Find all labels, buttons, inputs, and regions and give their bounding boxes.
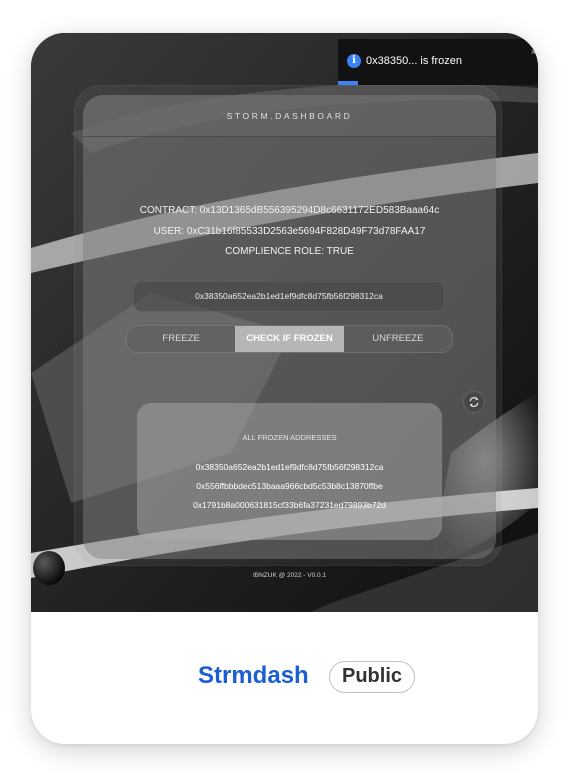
address-input[interactable]: 0x38350a652ea2b1ed1ef9dfc8d75fb56f298312…: [133, 281, 445, 312]
repo-name[interactable]: Strmdash: [198, 661, 309, 691]
frozen-addresses-title: ALL FROZEN ADDRESSES: [242, 433, 337, 442]
visibility-badge: Public: [329, 661, 416, 693]
repo-card[interactable]: STORM.DASHBOARD CONTRACT: 0x13D1365dB556…: [31, 33, 538, 744]
frozen-address-item: 0x556ffbbbdec513baaa966cbd5c53b8c13870ff…: [196, 481, 383, 491]
close-icon[interactable]: ×: [531, 47, 536, 57]
version-footer: IBNZUK @ 2022 - V0.0.1: [252, 572, 327, 579]
compliance-role: COMPLIENCE ROLE: TRUE: [225, 246, 354, 257]
frozen-address-item: 0x38350a652ea2b1ed1ef9dfc8d75fb56f298312…: [195, 462, 384, 472]
refresh-button[interactable]: [463, 391, 485, 413]
dashboard-panel: STORM.DASHBOARD CONTRACT: 0x13D1365dB556…: [83, 95, 496, 579]
contract-address: CONTRACT: 0x13D1365dB556395294D8c6631172…: [139, 205, 440, 216]
user-address: USER: 0xC31b16f85533D2563e5694F828D49F73…: [153, 226, 426, 237]
frozen-addresses-box: ALL FROZEN ADDRESSES 0x38350a652ea2b1ed1…: [137, 403, 442, 540]
unfreeze-button[interactable]: UNFREEZE: [344, 326, 452, 352]
action-segmented-control: FREEZE CHECK IF FROZEN UNFREEZE: [126, 325, 453, 353]
dashboard-title: STORM.DASHBOARD: [83, 95, 496, 137]
screenshot-preview: STORM.DASHBOARD CONTRACT: 0x13D1365dB556…: [31, 33, 538, 612]
check-if-frozen-button[interactable]: CHECK IF FROZEN: [235, 326, 344, 352]
refresh-icon: [469, 397, 479, 407]
info-icon: i: [347, 54, 361, 68]
freeze-button[interactable]: FREEZE: [127, 326, 235, 352]
toast-progress-bar: [338, 81, 358, 85]
toast-message: 0x38350... is frozen: [366, 55, 463, 67]
frozen-address-item: 0x1791b8a000631815cf33b6fa37231ed79893b7…: [193, 500, 386, 510]
frozen-toast[interactable]: i 0x38350... is frozen ×: [338, 39, 538, 85]
